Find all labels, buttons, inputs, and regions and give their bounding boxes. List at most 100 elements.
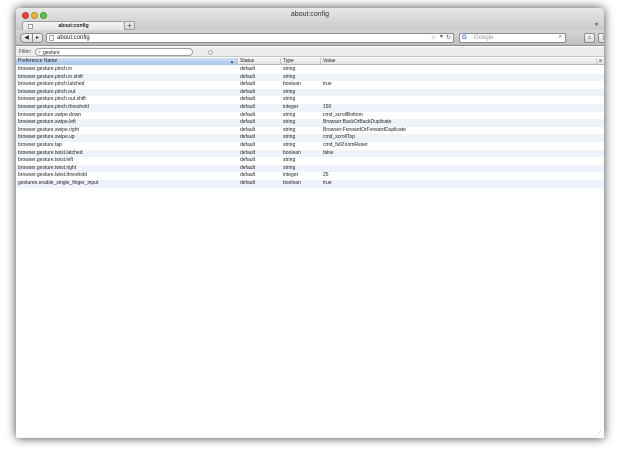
status-cell: default <box>240 73 256 80</box>
clear-filter-icon[interactable] <box>208 50 213 55</box>
type-cell: integer <box>283 172 299 179</box>
type-cell: string <box>283 134 296 141</box>
table-row[interactable]: browser.gesture.swipe.down default string c… <box>16 112 604 120</box>
table-row[interactable]: browser.gesture.tap default string cmd_full… <box>16 142 604 150</box>
type-cell: string <box>283 73 296 80</box>
column-header-type[interactable]: Type <box>281 58 321 65</box>
forward-button[interactable]: ▸ <box>33 33 43 43</box>
type-cell: string <box>283 111 296 118</box>
chevron-down-icon[interactable]: ▼ <box>594 22 599 28</box>
filter-bar: Filter: ⌕ gesture <box>16 47 604 57</box>
preference-name-cell: browser.gesture.pinch.out.shift <box>18 96 86 103</box>
search-icon[interactable]: ⌕ <box>559 34 562 41</box>
value-cell: cmd_scrollTop <box>323 134 355 141</box>
type-cell: integer <box>283 103 299 110</box>
filter-value: gesture <box>43 50 60 56</box>
preference-name-cell: browser.gesture.pinch.in.shift <box>18 73 83 80</box>
status-cell: default <box>240 164 256 171</box>
resize-grip-icon[interactable]: ⋰ <box>596 430 602 437</box>
table-row[interactable]: browser.gesture.pinch.out default string <box>16 88 604 97</box>
preference-name-cell: browser.gesture.swipe.up <box>18 134 75 141</box>
table-row[interactable]: browser.gesture.swipe.right default string… <box>16 127 604 135</box>
history-dropdown-icon[interactable]: ▼ <box>439 34 444 40</box>
home-button[interactable]: ⌂ <box>584 33 595 43</box>
type-cell: string <box>283 66 296 72</box>
browser-window: about:config about:config + ▼ ◀ ▸ about:… <box>16 8 604 438</box>
table-row[interactable]: browser.gesture.pinch.out.shift default st… <box>16 96 604 104</box>
filter-label: Filter: <box>19 49 32 55</box>
page-icon <box>28 24 33 29</box>
preference-name-cell: browser.gesture.twist.threshold <box>18 172 87 179</box>
table-row[interactable]: browser.gesture.swipe.left default string B… <box>16 119 604 127</box>
value-cell: cmd_fullZoomReset <box>323 141 368 148</box>
type-cell: string <box>283 96 296 103</box>
table-row[interactable]: browser.gesture.pinch.in.shift default str… <box>16 73 604 82</box>
preference-name-cell: browser.gesture.twist.right <box>18 164 77 171</box>
status-cell: default <box>240 111 256 118</box>
value-cell: false <box>323 149 334 156</box>
table-row[interactable]: browser.gesture.twist.left default string <box>16 157 604 165</box>
status-cell: default <box>240 103 256 110</box>
value-cell: cmd_scrollBottom <box>323 111 363 118</box>
page-icon <box>49 35 54 41</box>
filter-input[interactable]: ⌕ gesture <box>35 48 213 56</box>
column-picker-icon[interactable]: ⊞ <box>597 58 604 63</box>
search-bar[interactable]: G Google ⌕ <box>459 33 566 43</box>
preference-name-cell: browser.gesture.pinch.threshold <box>18 103 89 110</box>
back-button[interactable]: ◀ <box>20 33 33 43</box>
value-cell: true <box>323 179 332 186</box>
type-cell: boolean <box>283 149 301 156</box>
preference-name-cell: browser.gesture.swipe.right <box>18 126 79 133</box>
table-row[interactable]: gestures.enable_single_finger_input defau… <box>16 179 604 188</box>
google-icon[interactable]: G <box>462 35 467 41</box>
status-cell: default <box>240 126 256 133</box>
url-text: about:config <box>57 35 90 41</box>
preferences-table-body: browser.gesture.pinch.in default string bro… <box>16 66 604 188</box>
table-row[interactable]: browser.gesture.twist.threshold default in… <box>16 172 604 180</box>
preferences-table-header: Preference Name ▲ Status Type Value ⊞ <box>16 58 604 65</box>
status-cell: default <box>240 172 256 179</box>
column-header-value[interactable]: Value <box>321 58 597 65</box>
bookmark-star-icon[interactable]: ☆ <box>431 34 436 41</box>
value-cell: Browser:ForwardOrForwardDuplicate <box>323 126 406 133</box>
value-cell: true <box>323 81 332 88</box>
table-row[interactable]: browser.gesture.twist.latched default bool… <box>16 149 604 158</box>
status-cell: default <box>240 96 256 103</box>
column-header-status[interactable]: Status <box>238 58 281 65</box>
preference-name-cell: browser.gesture.pinch.in <box>18 66 73 72</box>
preference-name-cell: browser.gesture.twist.left <box>18 157 74 164</box>
table-row[interactable]: browser.gesture.twist.right default string <box>16 164 604 173</box>
preference-name-cell: browser.gesture.swipe.down <box>18 111 82 118</box>
status-cell: default <box>240 88 256 95</box>
preference-name-cell: gestures.enable_single_finger_input <box>18 179 99 186</box>
reload-icon[interactable]: ↻ <box>446 34 451 41</box>
window-title: about:config <box>290 11 330 18</box>
title-bar: about:config about:config + ▼ <box>16 8 604 31</box>
preference-name-cell: browser.gesture.tap <box>18 141 62 148</box>
sort-arrow-icon: ▲ <box>230 59 234 64</box>
column-header-preference-name[interactable]: Preference Name ▲ <box>16 58 238 65</box>
type-cell: string <box>283 88 296 95</box>
search-icon: ⌕ <box>38 49 41 55</box>
table-row[interactable]: browser.gesture.pinch.threshold default in… <box>16 103 604 112</box>
preference-name-cell: browser.gesture.swipe.left <box>18 119 76 126</box>
column-label: Preference Name <box>18 58 58 64</box>
tab-label: about:config <box>58 23 89 29</box>
type-cell: string <box>283 119 296 126</box>
search-placeholder: Google <box>474 35 494 41</box>
status-cell: default <box>240 134 256 141</box>
status-cell: default <box>240 81 256 88</box>
new-tab-button[interactable]: + <box>124 21 135 30</box>
table-row[interactable]: browser.gesture.pinch.in default string <box>16 66 604 74</box>
status-cell: default <box>240 66 256 72</box>
type-cell: string <box>283 126 296 133</box>
table-row[interactable]: browser.gesture.pinch.latched default bool… <box>16 81 604 89</box>
value-cell: 150 <box>323 103 332 110</box>
table-row[interactable]: browser.gesture.swipe.up default string cmd… <box>16 134 604 142</box>
type-cell: string <box>283 164 296 171</box>
preference-name-cell: browser.gesture.twist.latched <box>18 149 83 156</box>
preference-name-cell: browser.gesture.pinch.out <box>18 88 76 95</box>
bookmarks-menu-button[interactable]: ▣▾ <box>598 33 604 43</box>
preference-name-cell: browser.gesture.pinch.latched <box>18 81 85 88</box>
url-bar[interactable]: about:config ☆ ▼ ↻ <box>46 33 454 43</box>
